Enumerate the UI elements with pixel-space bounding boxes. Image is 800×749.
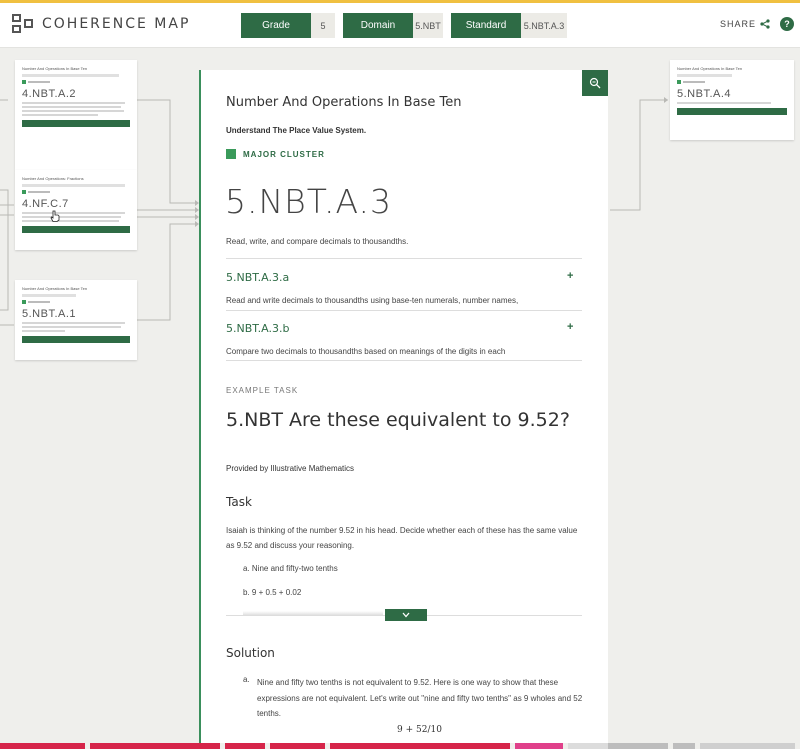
example-task-label: EXAMPLE TASK (226, 386, 299, 395)
card-cluster-type (22, 80, 130, 84)
substandard-code-a[interactable]: 5.NBT.A.3.a (226, 271, 289, 284)
card-text-line (22, 102, 125, 104)
card-code: 4.NF.C.7 (22, 198, 69, 210)
card-text-line (22, 114, 98, 116)
card-text-line (677, 102, 771, 104)
card-view-button[interactable] (22, 120, 130, 127)
magnifier-icon (589, 77, 601, 89)
example-task-title: 5.NBT Are these equivalent to 9.52? (226, 409, 570, 431)
expand-task-button[interactable] (385, 609, 427, 621)
expand-plus-icon[interactable]: + (567, 321, 573, 333)
card-text-line (22, 220, 120, 222)
related-standard-card[interactable]: Number And Operations In Base Ten 4.NBT.… (15, 60, 137, 170)
substandard-code-b[interactable]: 5.NBT.A.3.b (226, 322, 290, 335)
chevron-down-icon (402, 612, 410, 618)
fraction-preview: 9 + 52/10 (397, 725, 442, 735)
related-standard-card[interactable]: Number And Operations In Base Ten 5.NBT.… (15, 280, 137, 360)
card-code: 5.NBT.A.4 (677, 88, 732, 100)
expand-plus-icon[interactable]: + (567, 270, 573, 282)
standard-detail-panel: Number And Operations In Base Ten Unders… (199, 70, 608, 749)
card-text-line (22, 216, 122, 218)
card-text-line (22, 212, 125, 214)
card-cluster-type (22, 190, 130, 194)
card-code: 5.NBT.A.1 (22, 308, 77, 320)
standard-cluster: Understand The Place Value System. (226, 126, 367, 135)
hand-cursor-icon (50, 210, 60, 222)
bottom-strip (0, 743, 800, 749)
card-text-line (22, 106, 122, 108)
card-domain: Number And Operations In Base Ten (22, 66, 88, 71)
standard-code: 5.NBT.A.3 (225, 182, 392, 221)
card-cluster-line (22, 74, 120, 77)
provided-by: Provided by Illustrative Mathematics (226, 464, 355, 473)
divider (226, 258, 582, 259)
standard-domain: Number And Operations In Base Ten (226, 95, 462, 110)
card-domain: Number And Operations In Base Ten (22, 286, 88, 291)
card-text-line (22, 326, 122, 328)
cluster-type-badge: MAJOR CLUSTER (226, 149, 325, 159)
card-view-button[interactable] (22, 226, 130, 233)
card-view-button[interactable] (22, 336, 130, 343)
card-view-button[interactable] (677, 108, 787, 115)
task-text: Isaiah is thinking of the number 9.52 in… (226, 526, 578, 550)
standard-description: Read, write, and compare decimals to tho… (226, 237, 409, 246)
card-cluster-line (22, 294, 76, 297)
card-text-line (22, 110, 124, 112)
divider (226, 360, 582, 361)
zoom-button[interactable] (582, 70, 608, 96)
card-cluster-line (677, 74, 732, 77)
major-cluster-square-icon (226, 149, 236, 159)
cluster-type-label: MAJOR CLUSTER (243, 149, 325, 159)
card-cluster-type (677, 80, 787, 84)
card-cluster-line (22, 184, 125, 187)
substandard-text-a: Read and write decimals to thousandths u… (226, 296, 519, 305)
task-heading: Task (226, 495, 252, 509)
solution-heading: Solution (226, 646, 275, 660)
card-domain: Number And Operations In Base Ten (677, 66, 743, 71)
card-domain: Number And Operations: Fractions (22, 176, 84, 181)
task-item: a. Nine and fifty-two tenths (243, 564, 338, 573)
substandard-text-b: Compare two decimals to thousandths base… (226, 347, 506, 356)
related-standard-card[interactable]: Number And Operations In Base Ten 5.NBT.… (670, 60, 794, 140)
solution-marker: a. (243, 675, 250, 684)
related-standard-card[interactable]: Number And Operations: Fractions 4.NF.C.… (15, 170, 137, 250)
divider (226, 310, 582, 311)
card-text-line (22, 330, 66, 332)
card-text-line (22, 322, 125, 324)
card-code: 4.NBT.A.2 (22, 88, 77, 100)
solution-text: Nine and fifty two tenths is not equival… (257, 678, 583, 718)
task-item: b. 9 + 0.5 + 0.02 (243, 588, 302, 597)
card-cluster-type (22, 300, 130, 304)
